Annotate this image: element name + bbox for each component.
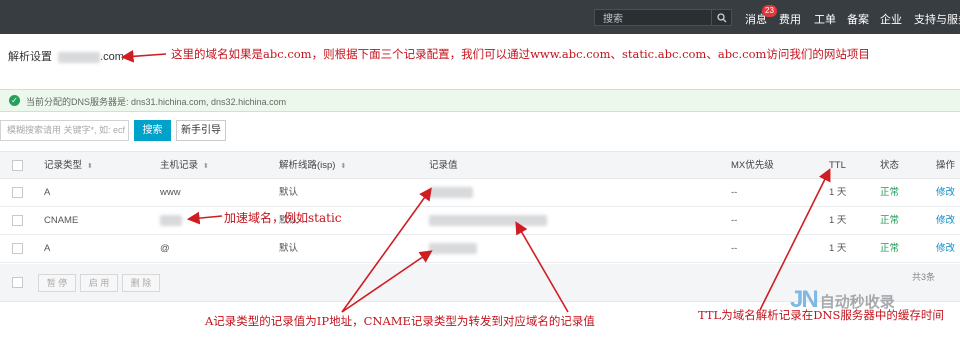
- column-header-host[interactable]: 主机记录 ⬍: [160, 152, 209, 180]
- dns-server-notice: ✓ 当前分配的DNS服务器是: dns31.hichina.com, dns32…: [0, 89, 960, 112]
- host-record: @: [160, 243, 170, 254]
- host-record: www: [160, 187, 181, 198]
- page-title: 解析设置: [8, 51, 52, 63]
- table-header: 记录类型 ⬍ 主机记录 ⬍ 解析线路(isp) ⬍ 记录值 MX优先级 TTL 状态 …: [0, 151, 960, 179]
- status-badge: 正常: [880, 215, 900, 226]
- column-header-value: 记录值: [429, 160, 458, 171]
- annotation-ttl-note: TTL为域名解析记录在DNS服务器中的缓存时间: [698, 308, 944, 322]
- global-search[interactable]: 搜索: [594, 9, 732, 26]
- sort-icon[interactable]: ⬍: [340, 163, 346, 170]
- column-header-type[interactable]: 记录类型 ⬍: [44, 152, 93, 180]
- masked-host-record: [160, 215, 182, 226]
- record-type: A: [44, 187, 51, 198]
- annotation-domain-note: 这里的域名如果是abc.com，则根据下面三个记录配置，我们可以通过www.ab…: [171, 47, 870, 61]
- enable-button[interactable]: 启 用: [80, 274, 118, 292]
- column-header-action: 操作: [936, 160, 956, 171]
- mx-priority: --: [731, 187, 738, 198]
- resolution-line: 默认: [279, 187, 299, 198]
- row-checkbox[interactable]: [12, 243, 23, 254]
- pause-button[interactable]: 暂 停: [38, 274, 76, 292]
- annotation-cname-note: 加速域名，例如static: [224, 211, 342, 225]
- messages-badge: 23: [762, 5, 777, 17]
- mx-priority: --: [731, 243, 738, 254]
- row-checkbox[interactable]: [12, 187, 23, 198]
- ttl-value: 1 天: [829, 215, 847, 226]
- search-button[interactable]: 搜索: [134, 120, 171, 141]
- nav-billing[interactable]: 费用: [779, 11, 801, 27]
- delete-button[interactable]: 删 除: [122, 274, 160, 292]
- column-header-mx: MX优先级: [731, 160, 774, 171]
- nav-support[interactable]: 支持与服务: [914, 11, 960, 27]
- masked-domain: [58, 51, 101, 63]
- record-type: A: [44, 243, 51, 254]
- arrow-to-domain: [120, 49, 167, 63]
- edit-link[interactable]: 修改: [936, 207, 955, 234]
- select-all-checkbox-footer[interactable]: [12, 277, 23, 288]
- edit-link[interactable]: 修改: [936, 179, 955, 206]
- annotation-record-value-note: A记录类型的记录值为IP地址，CNAME记录类型为转发到对应域名的记录值: [205, 314, 595, 328]
- column-header-status: 状态: [880, 160, 900, 171]
- mx-priority: --: [731, 215, 738, 226]
- domain-suffix: .com: [100, 51, 124, 63]
- table-row: A @ 默认 -- 1 天 正常 修改: [0, 235, 960, 263]
- top-navigation-bar: 搜索 消息 23 费用 工单 备案 企业 支持与服务: [0, 0, 960, 34]
- global-search-input[interactable]: 搜索: [595, 10, 711, 25]
- beginner-guide-button[interactable]: 新手引导: [176, 120, 226, 141]
- nav-tickets[interactable]: 工单: [814, 11, 836, 27]
- record-count: 共3条: [912, 272, 936, 282]
- sort-icon[interactable]: ⬍: [203, 163, 209, 170]
- row-checkbox[interactable]: [12, 215, 23, 226]
- select-all-checkbox[interactable]: [12, 160, 23, 171]
- resolution-line: 默认: [279, 243, 299, 254]
- check-circle-icon: ✓: [9, 95, 20, 106]
- status-badge: 正常: [880, 187, 900, 198]
- record-type: CNAME: [44, 215, 79, 226]
- column-header-ttl: TTL: [829, 160, 846, 171]
- masked-record-value: [429, 243, 477, 254]
- table-row: A www 默认 -- 1 天 正常 修改: [0, 179, 960, 207]
- ttl-value: 1 天: [829, 243, 847, 254]
- status-badge: 正常: [880, 243, 900, 254]
- ttl-value: 1 天: [829, 187, 847, 198]
- masked-record-value: [429, 187, 473, 198]
- nav-enterprise[interactable]: 企业: [880, 11, 902, 27]
- masked-record-value: [429, 215, 547, 226]
- domain-heading: 解析设置 .com: [8, 48, 124, 64]
- search-icon[interactable]: [711, 10, 731, 25]
- sort-icon[interactable]: ⬍: [87, 163, 93, 170]
- edit-link[interactable]: 修改: [936, 235, 955, 262]
- column-header-line[interactable]: 解析线路(isp) ⬍: [279, 152, 346, 180]
- nav-icp-filing[interactable]: 备案: [847, 11, 869, 27]
- record-filter-input[interactable]: 模糊搜索请用 关键字*, 如: ecf: [0, 120, 129, 141]
- table-row: CNAME 默认 -- 1 天 正常 修改: [0, 207, 960, 235]
- dns-server-text: 当前分配的DNS服务器是: dns31.hichina.com, dns32.h…: [26, 97, 287, 107]
